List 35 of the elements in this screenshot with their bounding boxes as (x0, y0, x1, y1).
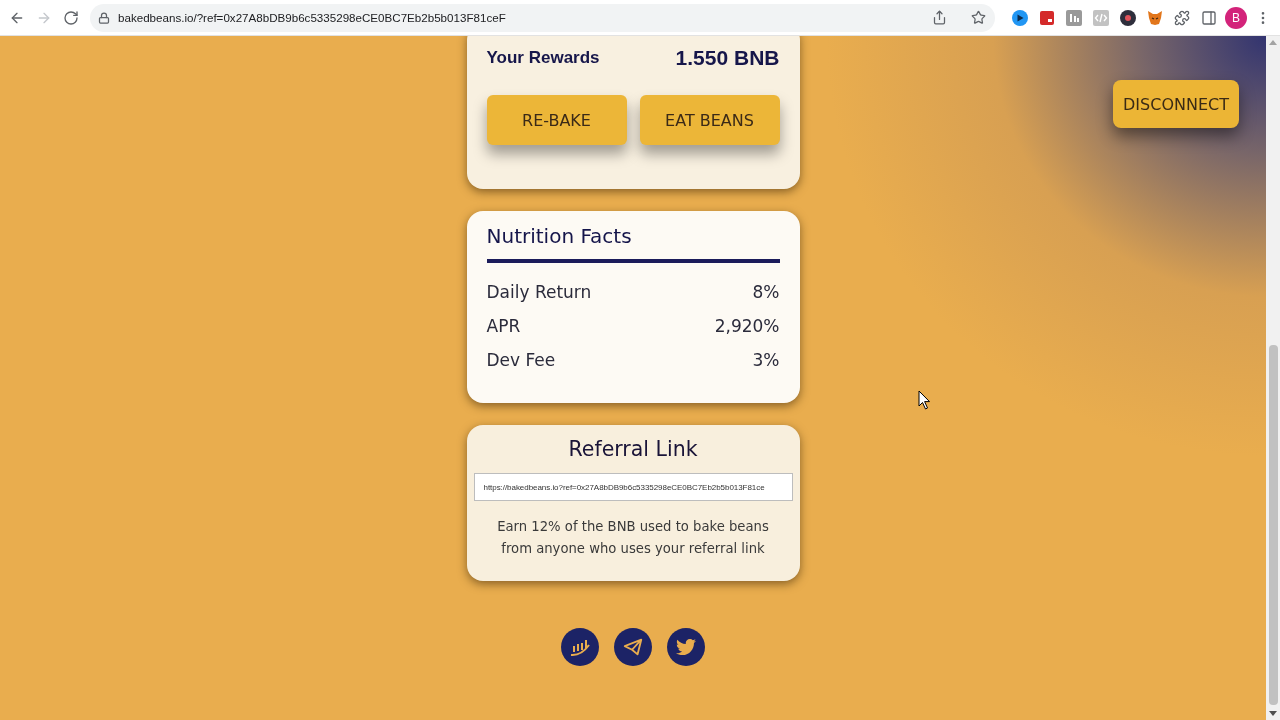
disconnect-button[interactable]: DISCONNECT (1113, 80, 1239, 128)
scroll-down-icon[interactable] (1269, 711, 1277, 716)
action-button[interactable]: RE-BAKE (486, 95, 627, 145)
fact-value: 2,920% (714, 316, 780, 336)
side-panel-icon[interactable] (1201, 9, 1217, 26)
url-text: bakedbeans.io/?ref=0x27A8bDB9b6c5335298eCE0BC7Eb2b5b013F81ceF (118, 11, 507, 24)
fact-label: APR (486, 316, 521, 336)
referral-link-field[interactable]: https://bakedbeans.io?ref=0x27A8bDB9b6c5335298eCE0BC7Eb2b5b013F81ce (473, 473, 793, 501)
referral-description: Earn 12% of the BNB used to bake beans from anyone who uses your referral link (496, 518, 770, 558)
fact-value: 8% (752, 282, 780, 302)
profile-avatar[interactable]: B (1225, 6, 1247, 29)
paper-plane-icon[interactable] (614, 628, 652, 666)
lock-icon (98, 11, 110, 24)
bookmark-star-icon[interactable] (971, 10, 986, 25)
bird-icon[interactable] (667, 628, 705, 666)
scrollbar-thumb[interactable] (1268, 345, 1278, 705)
nutrition-title: Nutrition Facts (486, 223, 633, 249)
action-button[interactable]: EAT BEANS (639, 95, 780, 145)
fact-value: 3% (752, 350, 780, 370)
rewards-label: Your Rewards (486, 48, 600, 68)
fact-label: Dev Fee (486, 350, 556, 370)
bars-tile-icon[interactable] (1066, 9, 1082, 26)
reload-icon[interactable] (63, 9, 79, 26)
mouse-pointer-icon (918, 390, 931, 410)
fact-label: Daily Return (486, 282, 592, 302)
referral-title: Referral Link (568, 436, 698, 463)
play-circle-icon[interactable] (1012, 9, 1028, 26)
square-tile-icon[interactable] (1039, 9, 1055, 26)
bar-chart-icon[interactable] (561, 628, 599, 666)
address-bar[interactable]: bakedbeans.io/?ref=0x27A8bDB9b6c5335298eCE0BC7Eb2b5b013F81ceF (90, 3, 995, 32)
puzzle-icon[interactable] (1174, 9, 1190, 26)
rewards-value: 1.550 BNB (675, 46, 780, 70)
share-icon[interactable] (932, 10, 947, 25)
fox-icon[interactable] (1147, 9, 1163, 26)
disc-icon[interactable] (1120, 9, 1136, 26)
